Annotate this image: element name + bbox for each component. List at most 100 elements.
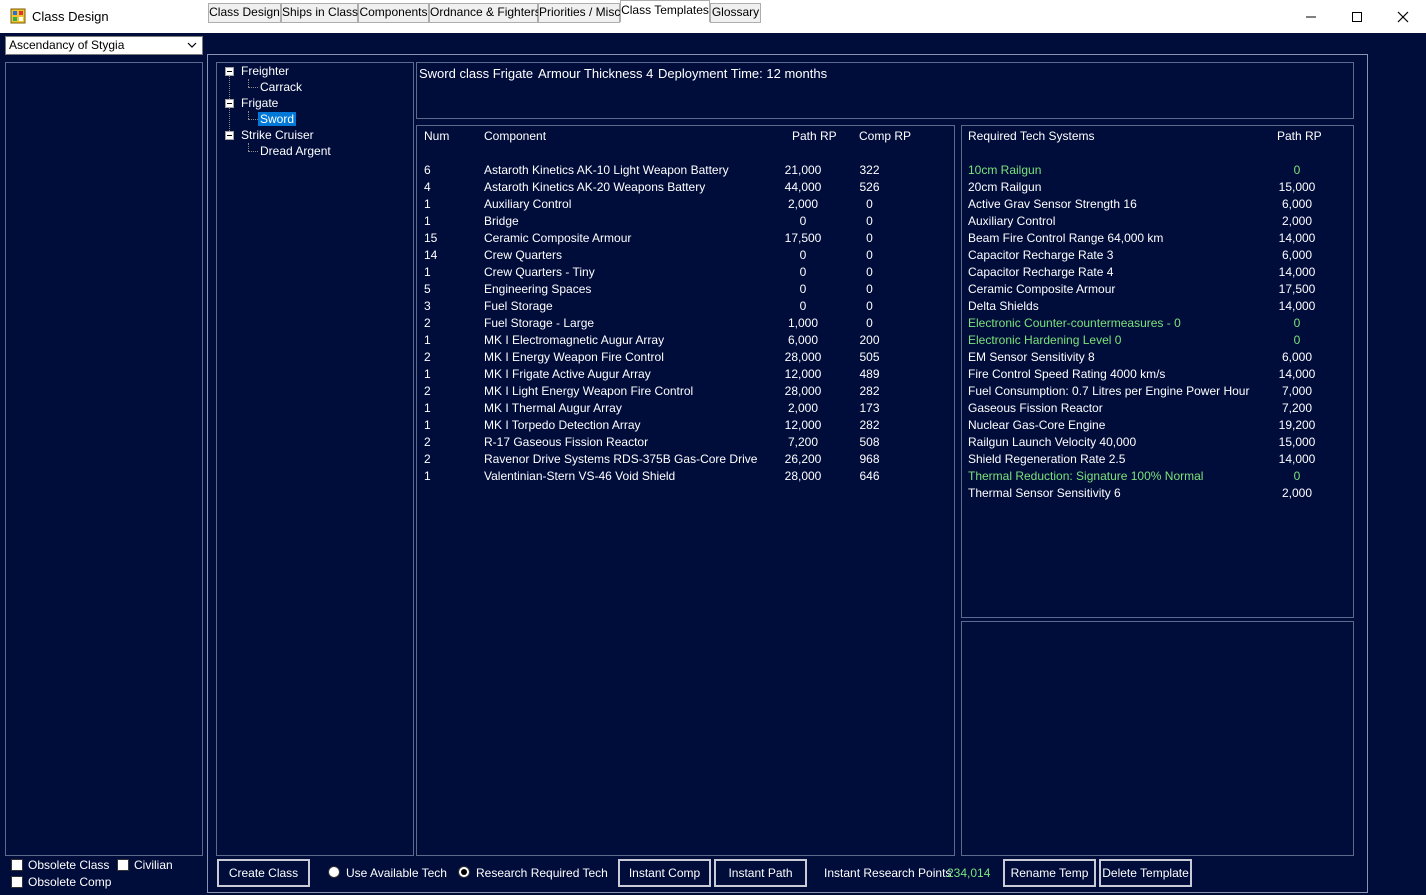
component-name: Astaroth Kinetics AK-10 Light Weapon Bat… [484,163,729,177]
component-row[interactable]: 2 Fuel Storage - Large 1,000 0 [417,316,954,333]
collapse-icon[interactable] [225,131,234,140]
column-header-tech-path-rp[interactable]: Path RP [1277,129,1322,143]
component-row[interactable]: 14 Crew Quarters 0 0 [417,248,954,265]
civilian-checkbox[interactable] [117,859,129,871]
research-required-tech-radio[interactable] [458,866,470,878]
tab-priorities-misc[interactable]: Priorities / Misc [538,3,620,23]
tech-row[interactable]: Shield Regeneration Rate 2.5 14,000 [962,452,1353,469]
tech-row[interactable]: 20cm Railgun 15,000 [962,180,1353,197]
component-row[interactable]: 2 MK I Energy Weapon Fire Control 28,000 50… [417,350,954,367]
tech-row[interactable]: Thermal Reduction: Signature 100% Normal… [962,469,1353,486]
component-num: 3 [424,299,431,313]
tech-row[interactable]: Electronic Hardening Level 0 0 [962,333,1353,350]
tech-path-rp: 0 [1293,316,1301,330]
tech-row[interactable]: Fuel Consumption: 0.7 Litres per Engine … [962,384,1353,401]
tech-name: Electronic Hardening Level 0 [968,333,1122,347]
component-row[interactable]: 3 Fuel Storage 0 0 [417,299,954,316]
component-row[interactable]: 6 Astaroth Kinetics AK-10 Light Weapon Ba… [417,163,954,180]
empire-dropdown[interactable]: Ascendancy of Stygia [5,36,203,55]
obsolete-class-checkbox[interactable] [11,859,23,871]
column-header-comp-rp[interactable]: Comp RP [859,129,911,143]
tech-row[interactable]: Thermal Sensor Sensitivity 6 2,000 [962,486,1353,503]
tech-path-rp: 7,000 [1281,384,1313,398]
delete-template-button[interactable]: Delete Template [1099,859,1192,887]
tech-row[interactable]: Fire Control Speed Rating 4000 km/s 14,00… [962,367,1353,384]
column-header-required-tech[interactable]: Required Tech Systems [968,129,1095,143]
template-tree[interactable]: Freighter Carrack Frigate Sword Strike C… [216,62,414,856]
component-row[interactable]: 15 Ceramic Composite Armour 17,500 0 [417,231,954,248]
tech-row[interactable]: Ceramic Composite Armour 17,500 [962,282,1353,299]
instant-comp-button[interactable]: Instant Comp [618,859,711,887]
tech-row[interactable]: Railgun Launch Velocity 40,000 15,000 [962,435,1353,452]
tech-path-rp: 2,000 [1281,486,1313,500]
tech-row[interactable]: Capacitor Recharge Rate 3 6,000 [962,248,1353,265]
tree-item-carrack[interactable]: Carrack [260,80,302,94]
tab-class-design[interactable]: Class Design [208,3,281,23]
tab-glossary[interactable]: Glossary [710,3,761,23]
tech-row[interactable]: Active Grav Sensor Strength 16 6,000 [962,197,1353,214]
tech-path-rp: 14,000 [1278,231,1316,245]
tech-row[interactable]: Beam Fire Control Range 64,000 km 14,000 [962,231,1353,248]
close-button[interactable] [1380,0,1426,33]
component-row[interactable]: 1 Auxiliary Control 2,000 0 [417,197,954,214]
component-list[interactable]: Num Component Path RP Comp RP 6 Astaroth … [416,125,955,856]
column-header-path-rp[interactable]: Path RP [792,129,837,143]
tree-group-strike-cruiser[interactable]: Strike Cruiser [241,128,314,142]
tech-row[interactable]: Nuclear Gas-Core Engine 19,200 [962,418,1353,435]
component-num: 1 [424,367,431,381]
component-comp-rp: 282 [859,418,880,432]
tech-name: Railgun Launch Velocity 40,000 [968,435,1137,449]
instant-path-button[interactable]: Instant Path [714,859,807,887]
collapse-icon[interactable] [225,99,234,108]
tree-item-sword[interactable]: Sword [258,112,297,126]
component-row[interactable]: 4 Astaroth Kinetics AK-20 Weapons Battery… [417,180,954,197]
tech-row[interactable]: Delta Shields 14,000 [962,299,1353,316]
component-name: Crew Quarters - Tiny [484,265,595,279]
required-tech-list[interactable]: Required Tech Systems Path RP 10cm Railg… [961,125,1354,618]
component-row[interactable]: 2 Ravenor Drive Systems RDS-375B Gas-Core… [417,452,954,469]
minimize-icon [1306,16,1316,17]
component-row[interactable]: 1 MK I Frigate Active Augur Array 12,000 48… [417,367,954,384]
create-class-button[interactable]: Create Class [217,859,310,887]
minimize-button[interactable] [1288,0,1334,33]
column-header-component[interactable]: Component [484,129,546,143]
use-available-tech-radio[interactable] [328,866,340,878]
component-row[interactable]: 2 MK I Light Energy Weapon Fire Control 28… [417,384,954,401]
tech-row[interactable]: EM Sensor Sensitivity 8 6,000 [962,350,1353,367]
tech-row[interactable]: Electronic Counter-countermeasures - 0 0 [962,316,1353,333]
tab-class-templates[interactable]: Class Templates [620,0,710,22]
maximize-button[interactable] [1334,0,1380,33]
component-name: MK I Frigate Active Augur Array [484,367,651,381]
component-row[interactable]: 1 Valentinian-Stern VS-46 Void Shield 28,0… [417,469,954,486]
component-row[interactable]: 1 Bridge 0 0 [417,214,954,231]
tab-ships-in-class[interactable]: Ships in Class [281,3,358,23]
tree-group-freighter[interactable]: Freighter [241,64,289,78]
rename-template-button[interactable]: Rename Temp [1003,859,1096,887]
component-row[interactable]: 1 MK I Torpedo Detection Array 12,000 282 [417,418,954,435]
tree-item-dread-argent[interactable]: Dread Argent [260,144,331,158]
component-row[interactable]: 1 MK I Electromagnetic Augur Array 6,000 20… [417,333,954,350]
tab-components[interactable]: Components [358,3,429,23]
tech-row[interactable]: Gaseous Fission Reactor 7,200 [962,401,1353,418]
component-row[interactable]: 2 R-17 Gaseous Fission Reactor 7,200 508 [417,435,954,452]
column-header-num[interactable]: Num [424,129,449,143]
component-path-rp: 0 [799,265,807,279]
tech-row[interactable]: 10cm Railgun 0 [962,163,1353,180]
tree-group-frigate[interactable]: Frigate [241,96,278,110]
tab-ordnance-fighters[interactable]: Ordnance & Fighters [429,3,541,23]
component-row[interactable]: 5 Engineering Spaces 0 0 [417,282,954,299]
class-list-panel[interactable] [5,62,203,856]
component-row[interactable]: 1 MK I Thermal Augur Array 2,000 173 [417,401,954,418]
component-name: Astaroth Kinetics AK-20 Weapons Battery [484,180,706,194]
component-num: 2 [424,384,431,398]
component-path-rp: 12,000 [784,367,822,381]
tech-row[interactable]: Capacitor Recharge Rate 4 14,000 [962,265,1353,282]
tech-name: Thermal Reduction: Signature 100% Normal [968,469,1204,483]
component-row[interactable]: 1 Crew Quarters - Tiny 0 0 [417,265,954,282]
collapse-icon[interactable] [225,67,234,76]
obsolete-comp-checkbox[interactable] [11,876,23,888]
class-summary-panel: Sword class Frigate Armour Thickness 4 D… [416,62,1354,119]
tech-row[interactable]: Auxiliary Control 2,000 [962,214,1353,231]
component-name: Engineering Spaces [484,282,592,296]
component-name: Auxiliary Control [484,197,572,211]
